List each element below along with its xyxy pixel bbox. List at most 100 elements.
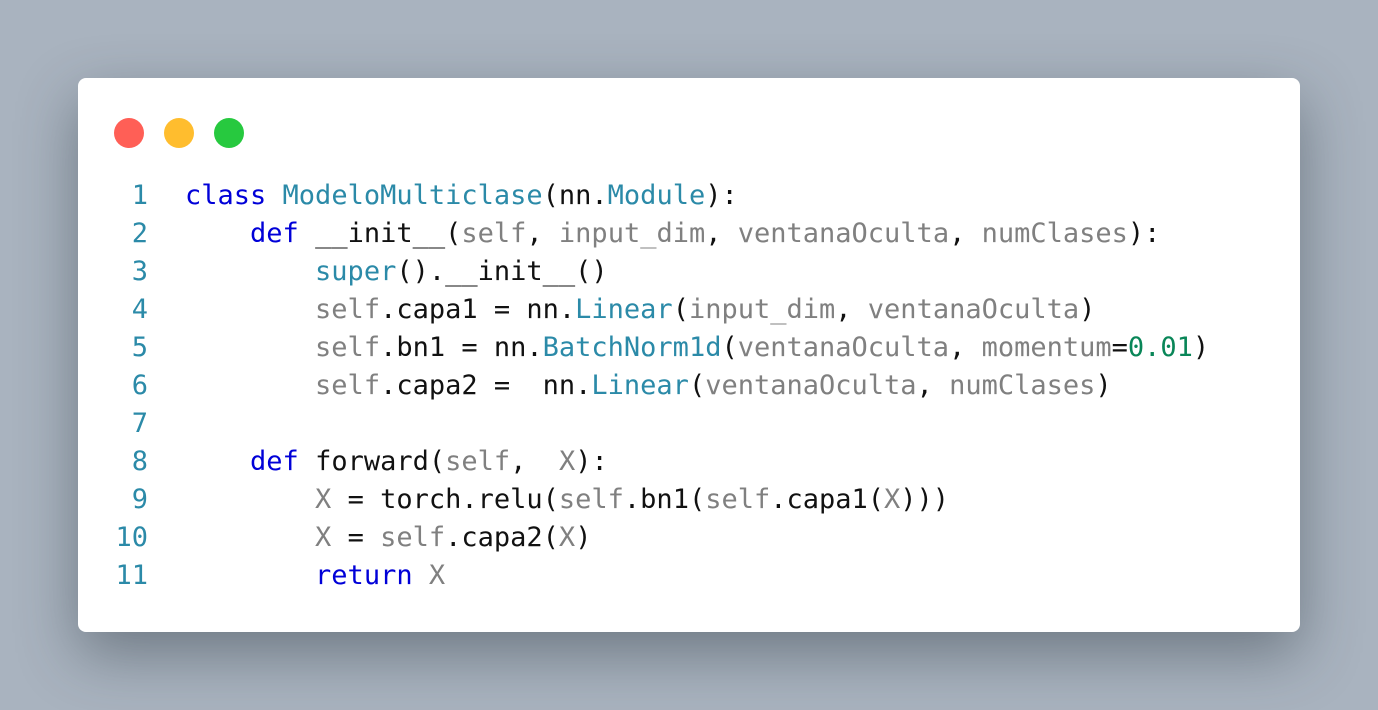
code-token: self (558, 484, 624, 515)
code-line: 2 def __init__(self, input_dim, ventanaO… (78, 215, 1209, 253)
code-token: ( (721, 332, 738, 363)
code-token: , (705, 218, 738, 249)
code-token: X (558, 446, 576, 477)
code-window: 1 class ModeloMulticlase(nn.Module): 2 def… (78, 78, 1300, 632)
line-number: 6 (131, 370, 148, 401)
maximize-dot-icon[interactable] (214, 118, 244, 148)
code-token: , (916, 370, 950, 401)
line-number: 3 (131, 256, 148, 287)
code-token: , (949, 218, 982, 249)
code-token: , (526, 218, 559, 249)
code-token: ventanaOculta (705, 370, 917, 401)
code-token: input_dim (688, 294, 836, 325)
line-number: 11 (115, 560, 148, 591)
code-line: 6 self.capa2 = nn.Linear(ventanaOculta, … (78, 367, 1209, 405)
line-number: 9 (131, 484, 148, 515)
code-token: .bn1 = nn. (380, 332, 543, 363)
code-token: .capa1( (770, 484, 885, 515)
code-token: self (315, 332, 381, 363)
code-token: X (884, 484, 901, 515)
code-token: def (250, 446, 299, 477)
code-token: ): (1127, 218, 1161, 249)
code-token: = (1111, 332, 1128, 363)
code-token: = (331, 522, 381, 553)
code-token: ventanaOculta (737, 332, 950, 363)
code-token: numClases (949, 370, 1096, 401)
code-token: ( (672, 294, 689, 325)
code-token: , (835, 294, 868, 325)
code-token: input_dim (558, 218, 706, 249)
code-token: X (315, 522, 332, 553)
code-token: ModeloMulticlase (282, 180, 543, 211)
code-block: 1 class ModeloMulticlase(nn.Module): 2 def… (78, 177, 1209, 595)
line-number: 5 (131, 332, 148, 363)
line-number: 8 (131, 446, 148, 477)
code-token: self (461, 218, 527, 249)
code-token: , (949, 332, 982, 363)
code-token: ().__init__() (396, 256, 608, 287)
code-token: = torch.relu( (331, 484, 559, 515)
code-token: forward( (298, 446, 446, 477)
code-token: __init__( (298, 218, 462, 249)
code-token: self (705, 484, 771, 515)
code-line: 3 super().__init__() (78, 253, 1209, 291)
code-token: ))) (900, 484, 950, 515)
code-line: 9 X = torch.relu(self.bn1(self.capa1(X))… (78, 481, 1209, 519)
line-number: 10 (115, 522, 148, 553)
code-token: def (250, 218, 299, 249)
code-line: 1 class ModeloMulticlase(nn.Module): (78, 177, 1209, 215)
close-dot-icon[interactable] (114, 118, 144, 148)
code-line: 4 self.capa1 = nn.Linear(input_dim, vent… (78, 291, 1209, 329)
code-token: , (510, 446, 559, 477)
code-token: ) (1192, 332, 1210, 363)
code-token: (nn. (542, 180, 608, 211)
code-line: 11 return X (78, 557, 1209, 595)
code-token: Linear (591, 370, 689, 401)
code-token: .capa2( (445, 522, 559, 553)
code-token: .bn1( (623, 484, 706, 515)
code-token: 0.01 (1127, 332, 1193, 363)
code-token: ventanaOculta (737, 218, 950, 249)
code-token: self (315, 294, 381, 325)
code-token: self (445, 446, 511, 477)
code-token: ): (705, 180, 738, 211)
code-token: momentum (981, 332, 1112, 363)
code-token: .capa2 = nn. (380, 370, 592, 401)
code-token: ): (575, 446, 608, 477)
code-token: X (428, 560, 446, 591)
line-number: 7 (131, 408, 148, 439)
code-token: ) (575, 522, 592, 553)
line-number: 2 (131, 218, 148, 249)
code-token: super (315, 256, 397, 287)
code-token: X (558, 522, 576, 553)
code-token: .capa1 = nn. (380, 294, 576, 325)
code-token: ) (1095, 370, 1112, 401)
code-token: Module (607, 180, 706, 211)
code-token: numClases (981, 218, 1128, 249)
minimize-dot-icon[interactable] (164, 118, 194, 148)
code-line: 7 (78, 405, 1209, 443)
code-token: X (315, 484, 332, 515)
code-line: 8 def forward(self, X): (78, 443, 1209, 481)
code-line: 5 self.bn1 = nn.BatchNorm1d(ventanaOcult… (78, 329, 1209, 367)
code-token: self (315, 370, 381, 401)
code-token: Linear (575, 294, 673, 325)
code-token: ventanaOculta (867, 294, 1080, 325)
code-token: class (185, 180, 267, 211)
line-number: 1 (131, 180, 148, 211)
code-token: BatchNorm1d (542, 332, 722, 363)
code-token: ( (688, 370, 706, 401)
code-token: ) (1079, 294, 1096, 325)
code-token: self (380, 522, 446, 553)
